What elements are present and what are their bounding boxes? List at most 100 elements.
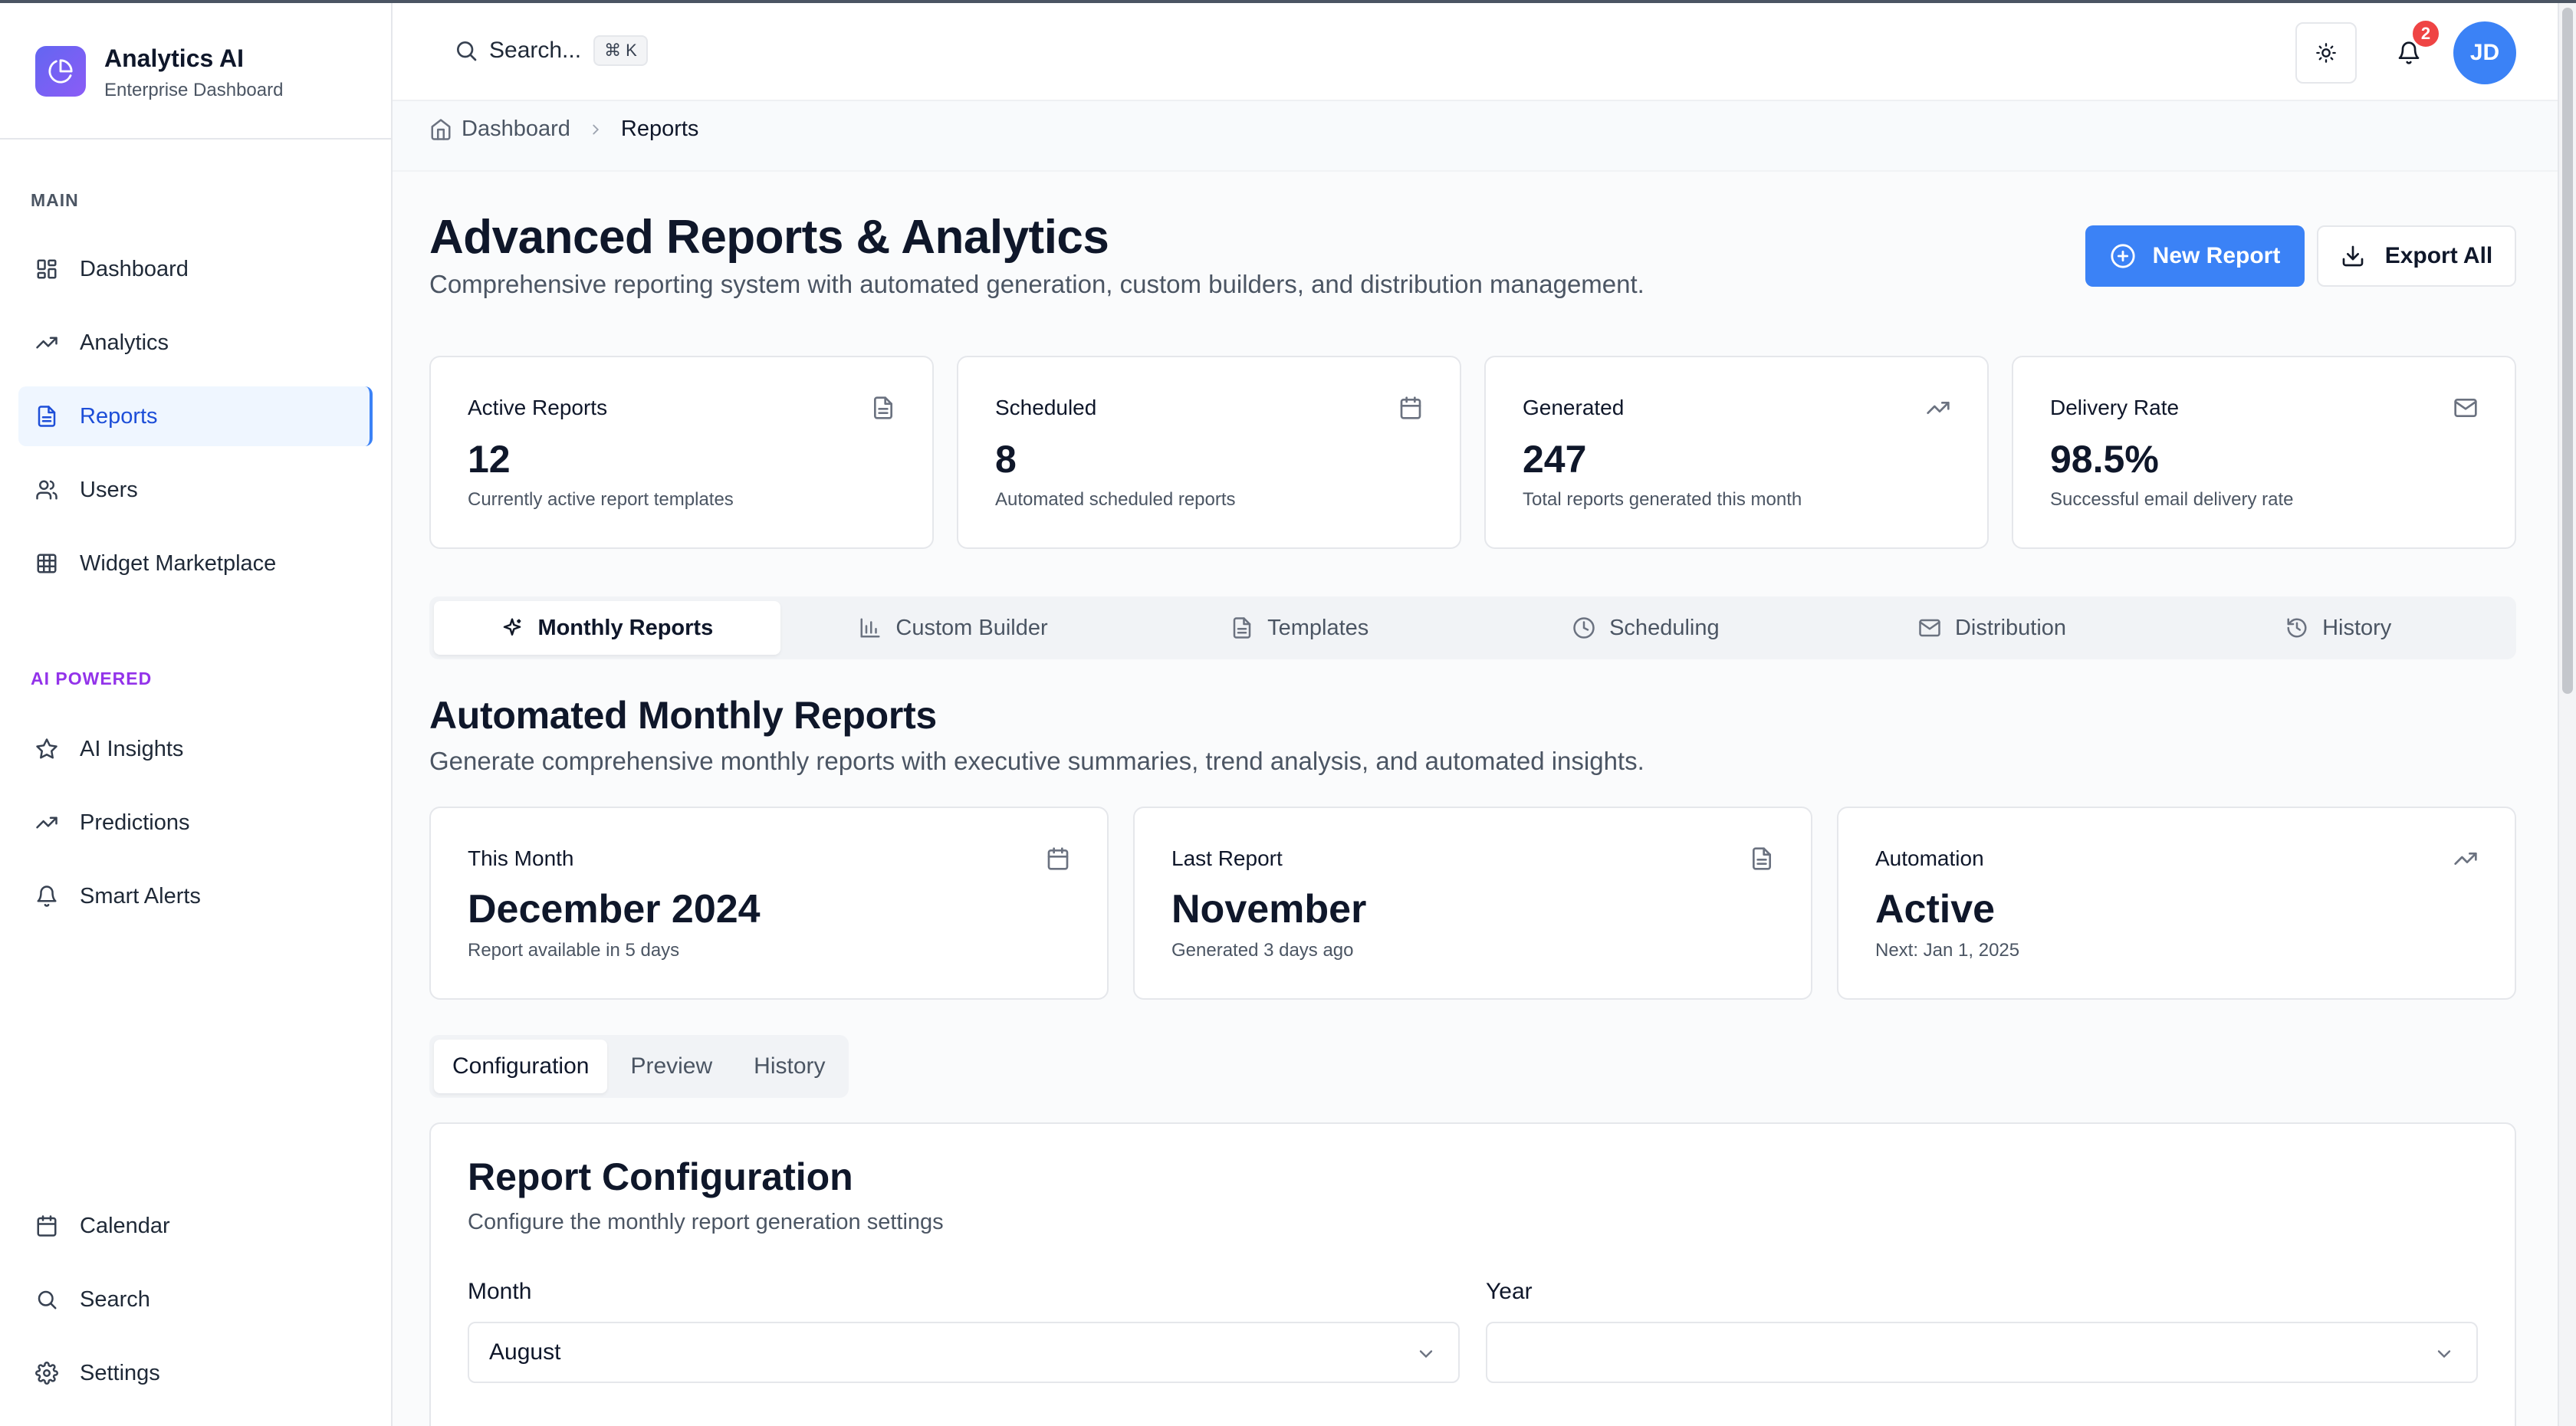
section-label-main: MAIN [31, 190, 79, 210]
stat-description: Successful email delivery rate [2050, 489, 2294, 510]
brand-header: Analytics AI Enterprise Dashboard [0, 3, 391, 140]
section-label-ai-powered: AI POWERED [31, 669, 153, 688]
sidebar-item-label: Users [80, 477, 138, 502]
stat-label: Active Reports [468, 396, 608, 419]
new-report-button[interactable]: New Report [2085, 225, 2305, 287]
month-select[interactable]: August [468, 1322, 1460, 1383]
download-icon [2342, 245, 2364, 267]
card-value: November [1171, 887, 1367, 932]
report-tabs: Monthly Reports Custom Builder Templates… [429, 596, 2516, 659]
sidebar-item-label: Reports [80, 403, 158, 429]
stat-card-delivery-rate: Delivery Rate 98.5% Successful email del… [2012, 356, 2516, 549]
card-value: December 2024 [468, 887, 761, 932]
card-description: Report available in 5 days [468, 940, 680, 961]
command-key: ⌘ [604, 41, 622, 60]
sidebar-item-label: Widget Marketplace [80, 550, 277, 576]
tab-label: Custom Builder [895, 615, 1048, 640]
breadcrumb-current: Reports [620, 117, 699, 141]
search-trigger[interactable]: Search... ⌘ K [454, 35, 648, 66]
tab-scheduling[interactable]: Scheduling [1473, 601, 1819, 655]
page-title: Advanced Reports & Analytics [429, 211, 1109, 264]
year-select[interactable] [1486, 1322, 2478, 1383]
export-all-label: Export All [2384, 243, 2493, 268]
stat-description: Automated scheduled reports [995, 489, 1236, 510]
section-title: Automated Monthly Reports [429, 694, 937, 737]
sidebar-item-label: Analytics [80, 330, 169, 355]
calendar-icon [1047, 847, 1069, 870]
sidebar-item-users[interactable]: Users [18, 460, 373, 520]
sidebar-item-analytics[interactable]: Analytics [18, 313, 373, 373]
sidebar-item-label: Predictions [80, 810, 190, 835]
main-area: Dashboard Reports Advanced Reports & Ana… [393, 101, 2558, 1426]
sparkles-icon [504, 618, 521, 636]
card-value: Active [1875, 887, 1996, 932]
star-icon [36, 738, 58, 759]
sidebar-item-ai-insights[interactable]: AI Insights [18, 719, 373, 779]
sidebar-item-label: Calendar [80, 1213, 170, 1238]
scrollbar-thumb[interactable] [2562, 8, 2573, 694]
sidebar: Analytics AI Enterprise Dashboard MAIN D… [0, 3, 393, 1426]
search-placeholder: Search... [489, 38, 582, 63]
user-avatar[interactable]: JD [2453, 21, 2516, 84]
file-text-icon [1233, 617, 1251, 639]
tab-label: History [2322, 615, 2392, 640]
bell-icon [37, 886, 57, 907]
gear-icon [35, 1362, 58, 1385]
sidebar-item-widget-marketplace[interactable]: Widget Marketplace [18, 534, 373, 593]
tab-label: Monthly Reports [537, 615, 714, 640]
export-all-button[interactable]: Export All [2317, 225, 2516, 287]
search-icon [457, 41, 477, 61]
stat-description: Currently active report templates [468, 489, 734, 510]
sidebar-item-label: Settings [80, 1360, 160, 1385]
keyboard-shortcut: ⌘ K [593, 35, 648, 66]
mail-icon [2454, 399, 2477, 417]
card-label: Automation [1875, 846, 1984, 870]
tab-custom-builder[interactable]: Custom Builder [780, 601, 1127, 655]
theme-toggle-button[interactable] [2295, 22, 2357, 84]
sidebar-item-predictions[interactable]: Predictions [18, 793, 373, 853]
bar-chart-icon [860, 618, 880, 638]
tab-history[interactable]: History [2165, 601, 2512, 655]
tab-label: Scheduling [1609, 615, 1720, 640]
tab-distribution[interactable]: Distribution [1819, 601, 2166, 655]
trending-up-icon [36, 816, 58, 829]
card-label: Last Report [1171, 846, 1283, 870]
sidebar-item-calendar[interactable]: Calendar [18, 1196, 373, 1256]
sidebar-item-settings[interactable]: Settings [18, 1343, 373, 1403]
app-name: Analytics AI [104, 44, 244, 72]
tab-label: Templates [1267, 615, 1369, 640]
tab-templates[interactable]: Templates [1126, 601, 1473, 655]
history-icon [2287, 618, 2307, 638]
subtab-preview[interactable]: Preview [612, 1040, 731, 1093]
notification-badge: 2 [2410, 18, 2441, 49]
stat-value: 98.5% [2050, 438, 2159, 481]
sidebar-item-label: AI Insights [80, 736, 184, 761]
mail-icon [1919, 619, 1940, 637]
breadcrumb-home-link[interactable]: Dashboard [462, 117, 570, 142]
sidebar-item-smart-alerts[interactable]: Smart Alerts [18, 866, 373, 926]
subtab-configuration[interactable]: Configuration [434, 1040, 608, 1093]
trending-up-icon [2454, 853, 2477, 865]
stat-label: Scheduled [995, 396, 1097, 419]
card-label: This Month [468, 846, 574, 870]
tab-label: Distribution [1954, 615, 2067, 640]
tab-monthly-reports[interactable]: Monthly Reports [434, 601, 780, 655]
sun-icon [2316, 43, 2336, 63]
chevron-right-icon [587, 121, 604, 138]
subtab-history[interactable]: History [735, 1040, 843, 1093]
file-text-icon [1753, 847, 1771, 870]
sidebar-item-search[interactable]: Search [18, 1270, 373, 1329]
report-configuration-card: Report Configuration Configure the month… [429, 1122, 2516, 1426]
new-report-label: New Report [2152, 243, 2281, 268]
month-select-value: August [489, 1339, 561, 1365]
file-text-icon [38, 406, 56, 427]
file-text-icon [874, 396, 892, 419]
sidebar-item-dashboard[interactable]: Dashboard [18, 239, 373, 299]
stat-label: Delivery Rate [2050, 396, 2180, 419]
year-label: Year [1486, 1279, 1533, 1304]
sidebar-item-reports[interactable]: Reports [18, 386, 373, 446]
clock-icon [1573, 617, 1595, 639]
app-logo-icon [35, 46, 86, 97]
card-description: Generated 3 days ago [1171, 940, 1354, 961]
page-content: Advanced Reports & Analytics Comprehensi… [393, 170, 2558, 1426]
